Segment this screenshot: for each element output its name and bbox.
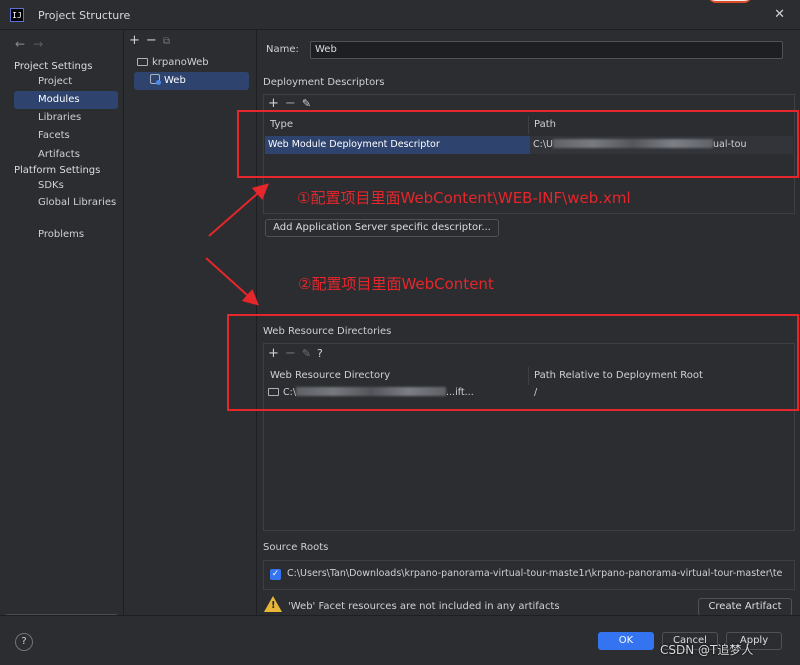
back-arrow-icon[interactable]: ← xyxy=(15,37,33,51)
edit-icon[interactable]: ✎ xyxy=(302,97,311,110)
window-title: Project Structure xyxy=(38,9,131,22)
forward-arrow-icon[interactable]: → xyxy=(33,37,51,51)
project-settings-heading: Project Settings xyxy=(14,61,93,72)
add-server-descriptor-button[interactable]: Add Application Server specific descript… xyxy=(265,219,499,237)
annotation-note-1: ①配置项目里面WebContent\WEB-INF\web.xml xyxy=(297,189,631,207)
title-bar: IJ Project Structure ✕ xyxy=(0,0,800,30)
source-roots-title: Source Roots xyxy=(263,542,329,553)
module-folder-icon xyxy=(137,58,148,66)
tree-node-krpanoweb[interactable]: krpanoWeb xyxy=(135,54,250,72)
dd-toolbar: + − ✎ xyxy=(268,96,317,111)
history-arrows: ←→ xyxy=(15,37,51,51)
nav-item-problems[interactable]: Problems xyxy=(14,226,118,244)
tree-node-label: krpanoWeb xyxy=(152,57,209,68)
annotation-note-2: ②配置项目里面WebContent xyxy=(298,275,494,293)
deployment-descriptors-title: Deployment Descriptors xyxy=(263,77,385,88)
annotation-box-web-resource xyxy=(227,314,799,411)
add-icon[interactable]: + xyxy=(268,96,279,111)
remove-icon[interactable]: − xyxy=(146,33,157,48)
add-icon[interactable]: + xyxy=(129,33,140,48)
nav-item-artifacts[interactable]: Artifacts xyxy=(14,146,118,164)
ok-button[interactable]: OK xyxy=(598,632,654,650)
warning-mark: ! xyxy=(271,600,276,611)
web-facet-icon xyxy=(150,74,161,85)
settings-navigation: ←→ Project Settings Project Modules Libr… xyxy=(0,30,124,619)
name-label: Name: xyxy=(266,44,299,55)
nav-item-sdks[interactable]: SDKs xyxy=(14,177,118,195)
nav-item-facets[interactable]: Facets xyxy=(14,127,118,145)
nav-item-project[interactable]: Project xyxy=(14,73,118,91)
source-root-path: C:\Users\Tan\Downloads\krpano-panorama-v… xyxy=(287,568,783,579)
nav-item-libraries[interactable]: Libraries xyxy=(14,109,118,127)
close-icon[interactable]: ✕ xyxy=(774,7,785,22)
warning-text: 'Web' Facet resources are not included i… xyxy=(288,601,560,612)
intellij-app-icon: IJ xyxy=(10,8,24,22)
remove-icon[interactable]: − xyxy=(285,96,296,111)
help-button[interactable]: ? xyxy=(15,633,33,651)
tree-toolbar: + − ⧉ xyxy=(129,33,176,48)
source-root-checkbox[interactable]: ✓ xyxy=(270,569,281,580)
csdn-watermark: CSDN @T追梦人 xyxy=(660,643,754,657)
platform-settings-heading: Platform Settings xyxy=(14,165,101,176)
name-field[interactable]: Web xyxy=(310,41,783,59)
annotation-box-descriptor xyxy=(237,110,799,178)
corner-badge xyxy=(708,0,752,3)
nav-item-global-libraries[interactable]: Global Libraries xyxy=(14,194,118,212)
nav-item-modules[interactable]: Modules xyxy=(14,91,118,109)
tree-node-web[interactable]: Web xyxy=(134,72,249,90)
tree-node-label: Web xyxy=(164,75,186,86)
create-artifact-button[interactable]: Create Artifact xyxy=(698,598,792,616)
copy-icon[interactable]: ⧉ xyxy=(163,36,170,47)
